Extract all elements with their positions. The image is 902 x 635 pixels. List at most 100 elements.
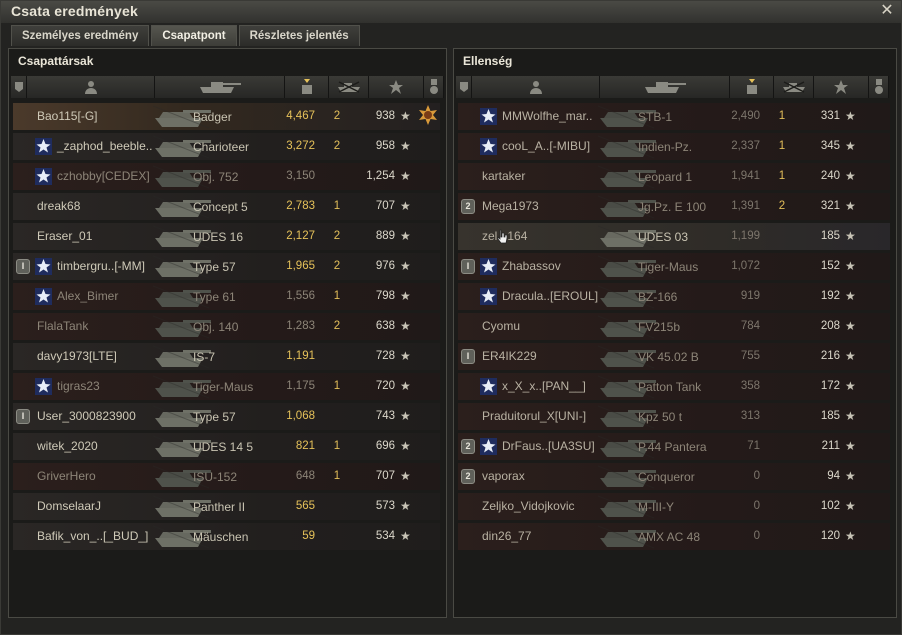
damage-value: 2,337 <box>731 140 760 152</box>
player-name[interactable]: ER4IK229 <box>482 349 537 363</box>
star-icon: ★ <box>845 289 856 303</box>
player-name[interactable]: DomselaarJ <box>37 499 101 513</box>
player-name[interactable]: dreak68 <box>37 199 80 213</box>
player-row[interactable]: davy1973[LTE] IS-7 1,191 728 ★ <box>13 343 440 370</box>
player-name[interactable]: kartaker <box>482 169 525 183</box>
star-icon: ★ <box>845 469 856 483</box>
player-row[interactable]: Bafik_von_..[_BUD_] Mäuschen 59 534 ★ <box>13 523 440 550</box>
medal-icon[interactable] <box>417 105 439 127</box>
player-row[interactable]: Itimbergru..[-MM] Type 57 1,965 2 976 ★ <box>13 253 440 280</box>
xp-value: 94 <box>827 470 840 482</box>
damage-value: 4,467 <box>286 110 315 122</box>
player-row[interactable]: 2 vaporax Conqueror 0 94 ★ <box>458 463 890 490</box>
tab-personal-result[interactable]: Személyes eredmény <box>11 25 150 46</box>
player-name[interactable]: Bao115[-G] <box>37 109 97 123</box>
player-row[interactable]: 2 DrFaus..[UA3SU] P.44 Pantera 71 211 ★ <box>458 433 890 460</box>
player-name[interactable]: FlalaTank <box>37 319 88 333</box>
achievement-column-icon[interactable] <box>869 76 889 98</box>
damage-column-icon[interactable] <box>285 76 329 98</box>
player-row[interactable]: 2 Mega1973 Jg.Pz. E 100 1,391 2 321 ★ <box>458 193 890 220</box>
player-row[interactable]: witek_2020 UDES 14 5 821 1 696 ★ <box>13 433 440 460</box>
player-row[interactable]: MMWolfhe_mar.. STB-1 2,490 1 331 ★ <box>458 103 890 130</box>
tab-team-score[interactable]: Csapatpont <box>151 25 237 46</box>
allies-list: Bao115[-G] Badger 4,467 2 938 ★ _zaphod_beeble… <box>13 103 440 553</box>
player-row[interactable]: Dracula..[EROUL] BZ-166 919 192 ★ <box>458 283 890 310</box>
platoon-badge: 2 <box>461 199 475 214</box>
vehicle-column-icon[interactable] <box>155 76 285 98</box>
player-name[interactable]: Eraser_01 <box>37 229 92 243</box>
vehicle-column-icon[interactable] <box>600 76 730 98</box>
player-name[interactable]: MMWolfhe_mar.. <box>502 109 592 123</box>
player-name[interactable]: davy1973[LTE] <box>37 349 117 363</box>
player-row[interactable]: zel...164UDES 031,199185★ <box>458 223 890 250</box>
player-name[interactable]: czhobby[CEDEX] <box>57 169 150 183</box>
player-row[interactable]: DomselaarJ Panther II 565 573 ★ <box>13 493 440 520</box>
player-name[interactable]: Alex_Bimer <box>57 289 118 303</box>
player-name[interactable]: Mega1973 <box>482 199 539 213</box>
platoon-column-icon[interactable] <box>11 76 27 98</box>
player-name[interactable]: Zhabassov <box>502 259 561 273</box>
player-row[interactable]: czhobby[CEDEX] Obj. 752 3,150 1,254 ★ <box>13 163 440 190</box>
player-row[interactable]: I ER4IK229 VK 45.02 B 755 216 ★ <box>458 343 890 370</box>
player-row[interactable]: _zaphod_beeble.. Charioteer 3,272 2 958 ★ <box>13 133 440 160</box>
player-row[interactable]: Cyomu FV215b 784 208 ★ <box>458 313 890 340</box>
xp-value: 1,254 <box>366 170 395 182</box>
tank-name: IS-7 <box>193 350 216 364</box>
player-row[interactable]: tigras23 Tiger-Maus 1,175 1 720 ★ <box>13 373 440 400</box>
player-name[interactable]: Praduitorul_X[UNI-] <box>482 409 586 423</box>
player-column-icon[interactable] <box>27 76 155 98</box>
kills-value: 2 <box>333 110 341 122</box>
achievement-column-icon[interactable] <box>424 76 444 98</box>
kills-column-icon[interactable] <box>774 76 814 98</box>
player-name[interactable]: tigras23 <box>57 379 100 393</box>
tank-name: FV215b <box>638 320 681 334</box>
player-name[interactable]: User_3000823900 <box>37 409 136 423</box>
xp-value: 707 <box>375 200 395 212</box>
player-row[interactable]: Bao115[-G] Badger 4,467 2 938 ★ <box>13 103 440 130</box>
player-row[interactable]: din26_77 AMX AC 48 0 120 ★ <box>458 523 890 550</box>
player-row[interactable]: I Zhabassov Tiger-Maus 1,072 152 ★ <box>458 253 890 280</box>
tank-name: Tiger-Maus <box>638 260 699 274</box>
player-row[interactable]: Zeljko_Vidojkovic M-III-Y 0 102 ★ <box>458 493 890 520</box>
player-name[interactable]: Zeljko_Vidojkovic <box>482 499 575 513</box>
player-name[interactable]: Cyomu <box>482 319 520 333</box>
player-row[interactable]: Eraser_01 UDES 16 2,127 2 889 ★ <box>13 223 440 250</box>
xp-column-icon[interactable] <box>369 76 424 98</box>
damage-value: 3,272 <box>286 140 315 152</box>
player-row[interactable]: x_X_x..[PAN__] Patton Tank 358 172 ★ <box>458 373 890 400</box>
player-name[interactable]: Bafik_von_..[_BUD_] <box>37 529 148 543</box>
damage-value: 784 <box>740 320 760 332</box>
player-row[interactable]: Praduitorul_X[UNI-] Kpz 50 t 313 185 ★ <box>458 403 890 430</box>
player-name[interactable]: vaporax <box>482 469 525 483</box>
player-row[interactable]: kartaker Leopard 1 1,941 1 240 ★ <box>458 163 890 190</box>
player-name[interactable]: timbergru..[-MM] <box>57 259 145 273</box>
player-row[interactable]: Alex_Bimer Type 61 1,556 1 798 ★ <box>13 283 440 310</box>
enemies-panel: Ellenség MMWolfhe_mar.. STB-1 2,490 1 331 ★ co… <box>453 48 897 618</box>
player-name[interactable]: x_X_x..[PAN__] <box>502 379 586 393</box>
kills-column-icon[interactable] <box>329 76 369 98</box>
platoon-badge: I <box>16 259 30 274</box>
player-name[interactable]: DrFaus..[UA3SU] <box>502 439 595 453</box>
player-name[interactable]: GriverHero <box>37 469 96 483</box>
close-icon[interactable]: ✕ <box>879 2 895 20</box>
player-name[interactable]: cooL_A..[-MIBU] <box>502 139 590 153</box>
damage-value: 1,191 <box>286 350 315 362</box>
player-column-icon[interactable] <box>472 76 600 98</box>
player-row[interactable]: cooL_A..[-MIBU] Indien-Pz. 2,337 1 345 ★ <box>458 133 890 160</box>
star-icon: ★ <box>845 259 856 273</box>
tab-detailed-report[interactable]: Részletes jelentés <box>238 25 360 46</box>
player-row[interactable]: FlalaTank Obj. 140 1,283 2 638 ★ <box>13 313 440 340</box>
damage-value: 1,199 <box>731 230 760 242</box>
player-name[interactable]: din26_77 <box>482 529 531 543</box>
player-name[interactable]: Dracula..[EROUL] <box>502 289 598 303</box>
player-name[interactable]: witek_2020 <box>37 439 98 453</box>
star-icon: ★ <box>400 139 411 153</box>
damage-column-icon[interactable] <box>730 76 774 98</box>
xp-column-icon[interactable] <box>814 76 869 98</box>
player-name[interactable]: _zaphod_beeble.. <box>57 139 152 153</box>
allies-title: Csapattársak <box>18 54 94 68</box>
player-row[interactable]: dreak68 Concept 5 2,783 1 707 ★ <box>13 193 440 220</box>
player-row[interactable]: GriverHero ISU-152 648 1 707 ★ <box>13 463 440 490</box>
player-row[interactable]: I User_3000823900 Type 57 1,068 743 ★ <box>13 403 440 430</box>
platoon-column-icon[interactable] <box>456 76 472 98</box>
